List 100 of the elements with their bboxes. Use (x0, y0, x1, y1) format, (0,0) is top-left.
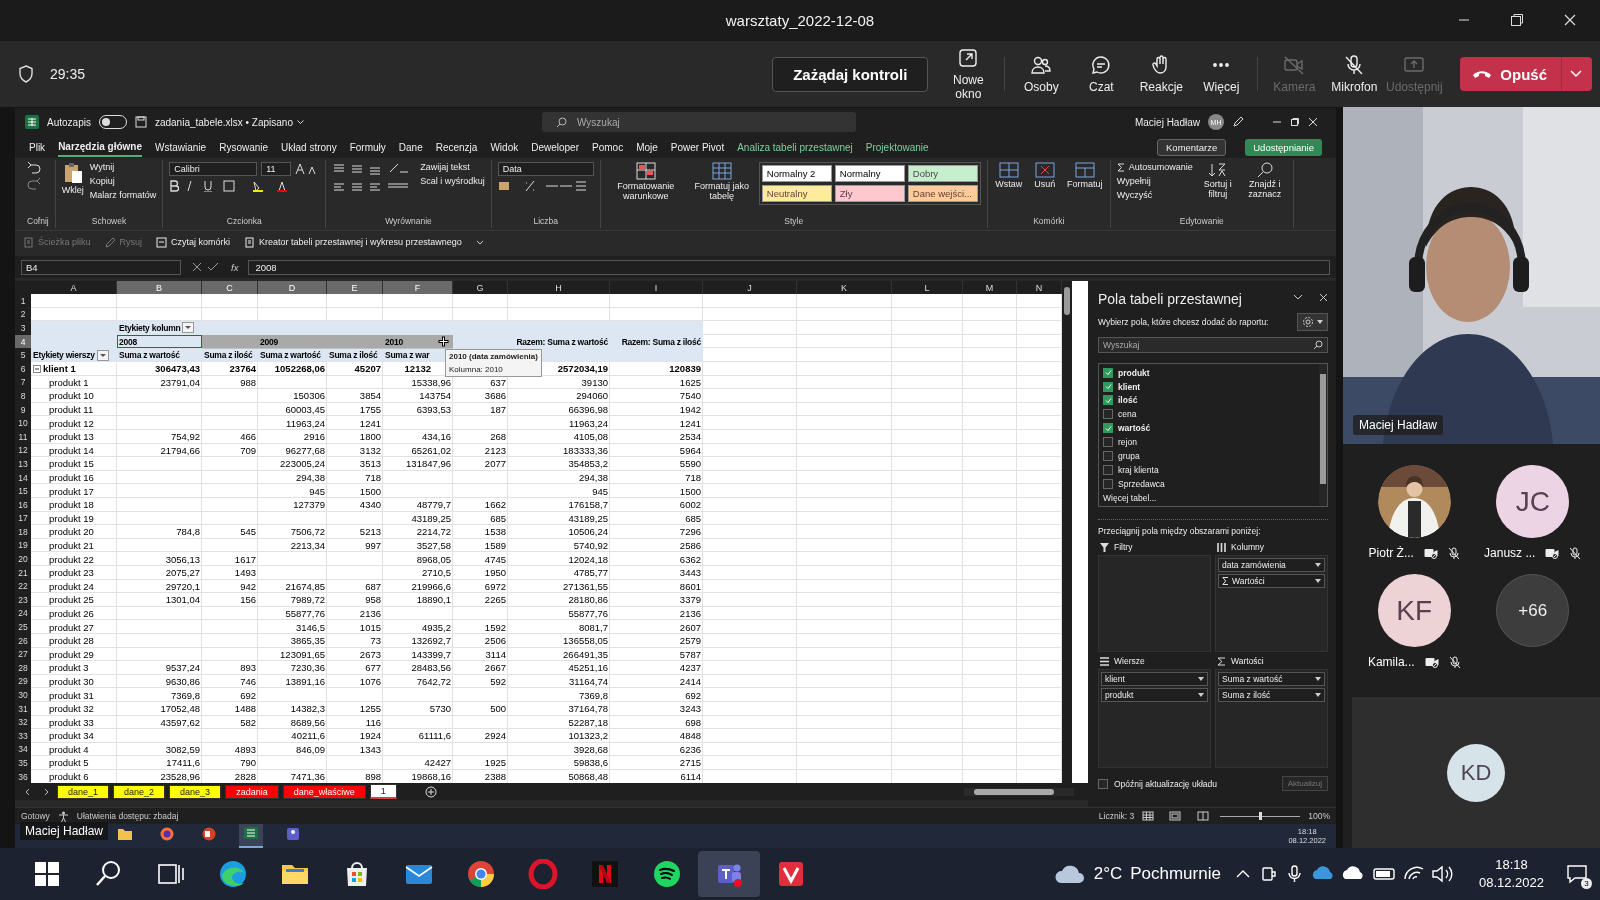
cell-style-option[interactable]: Dane wejści... (907, 185, 978, 202)
row-header[interactable]: 30 (15, 688, 31, 702)
checkbox[interactable] (1103, 395, 1113, 406)
share-button[interactable]: Udostępnianie (1245, 138, 1322, 156)
row-header[interactable]: 18 (15, 525, 31, 539)
more-participants-button[interactable]: +66 (1496, 574, 1570, 647)
row-header[interactable]: 8 (15, 389, 31, 403)
ribbon-tab[interactable]: Plik (29, 138, 46, 156)
restore-icon[interactable] (1290, 117, 1300, 127)
scrollbar-thumb[interactable] (1320, 374, 1326, 484)
undo-icon[interactable] (27, 162, 41, 174)
leave-button[interactable]: Opuść (1460, 57, 1592, 91)
column-header[interactable]: D (258, 281, 327, 294)
toolbar-button[interactable]: Osoby (1013, 54, 1070, 94)
scrollbar-thumb[interactable] (974, 788, 1054, 795)
file-name[interactable]: zadania_tabele.xlsx • Zapisano (154, 116, 293, 128)
avatar[interactable]: KF (1377, 574, 1451, 647)
temperature[interactable]: 2°C (1093, 864, 1123, 884)
row-header[interactable]: 33 (15, 729, 31, 743)
ribbon-tab[interactable]: Recenzja (435, 138, 478, 156)
column-header[interactable]: I (610, 281, 703, 294)
zoom-level[interactable]: 100% (1308, 811, 1330, 821)
save-icon[interactable] (134, 116, 147, 128)
column-header[interactable]: H (508, 281, 610, 294)
checkbox[interactable] (1103, 367, 1113, 378)
vertical-scrollbar[interactable] (1062, 281, 1072, 784)
wrap-text-button[interactable]: Zawijaj tekst (420, 162, 485, 172)
sheet-tab[interactable]: zadania (225, 784, 279, 799)
column-header[interactable]: B (117, 281, 202, 294)
toolbar-button[interactable]: Nowe okno (940, 47, 997, 101)
cell-style-option[interactable]: Zły (834, 185, 905, 202)
ribbon-tab[interactable]: Rysowanie (219, 138, 269, 156)
column-header[interactable]: F (383, 281, 453, 294)
field-dropdown[interactable]: Suma z wartość (1218, 672, 1325, 686)
ribbon-tab[interactable]: Dane (398, 138, 423, 156)
sheet-tab[interactable]: dane_2 (113, 784, 166, 799)
ribbon-tab[interactable]: Układ strony (281, 138, 337, 156)
ribbon-tab[interactable]: Moje (636, 138, 658, 156)
formula-field[interactable]: 2008 (248, 259, 1330, 275)
settings-button[interactable] (1297, 313, 1328, 331)
field-label[interactable]: grupa (1118, 451, 1140, 462)
sigma-icon[interactable] (1116, 162, 1125, 172)
redo-icon[interactable] (27, 178, 41, 190)
drop-area[interactable]: data zamówienia Wartości (1215, 555, 1328, 652)
clear-button[interactable]: Wyczyść (1116, 190, 1193, 200)
search-field[interactable]: Wyszukaj (1098, 337, 1328, 353)
field-label[interactable]: cena (1118, 409, 1137, 420)
checkbox[interactable] (1103, 381, 1113, 392)
format-painter-button[interactable]: Malarz formatów (89, 190, 157, 200)
field-label[interactable]: produkt (1118, 367, 1150, 378)
field-dropdown[interactable]: produkt (1101, 688, 1208, 702)
ribbon-tab[interactable]: Power Pivot (670, 138, 725, 156)
clock-date[interactable]: 08.12.2022 (1478, 874, 1544, 892)
close-icon[interactable] (1564, 14, 1576, 26)
row-header[interactable]: 27 (15, 647, 31, 662)
copy-button[interactable]: Kopiuj (89, 176, 157, 186)
row-header[interactable]: 35 (15, 756, 31, 770)
column-header[interactable]: J (703, 281, 797, 294)
row-header[interactable]: 3 (15, 321, 31, 335)
collapse-icon[interactable] (33, 364, 41, 373)
row-header[interactable]: 1 (15, 294, 31, 308)
row-header[interactable]: 15 (15, 484, 31, 498)
avatar[interactable]: JC (1496, 465, 1570, 538)
request-control-button[interactable]: Zażądaj kontroli (772, 56, 929, 92)
column-header[interactable]: L (892, 281, 963, 294)
pen-icon[interactable] (1232, 116, 1244, 128)
search-field[interactable]: Wyszukaj (541, 112, 856, 132)
ribbon-tab[interactable]: Wstawianie (155, 138, 207, 156)
filter-dropdown-icon[interactable] (96, 349, 109, 361)
ribbon-tab[interactable]: Projektowanie (865, 138, 929, 156)
row-header[interactable]: 25 (15, 620, 31, 634)
customize-icon[interactable] (475, 238, 484, 246)
number-format-icons[interactable] (497, 180, 588, 192)
toolbar-button[interactable]: Reakcje (1133, 54, 1190, 94)
format-cells-button[interactable]: Formatuj (1065, 162, 1104, 190)
row-header[interactable]: 23 (15, 593, 31, 607)
delete-cells-button[interactable]: Usuń (1029, 162, 1060, 190)
quick-access-button[interactable]: Czytaj komórki (156, 236, 231, 248)
checkbox[interactable] (1103, 437, 1113, 448)
field-label[interactable]: kraj klienta (1118, 464, 1159, 475)
field-label[interactable]: klient (1118, 381, 1141, 392)
row-header[interactable]: 5 (15, 348, 31, 362)
field-label[interactable]: Sprzedawca (1118, 478, 1165, 489)
function-label[interactable]: fx (231, 261, 239, 273)
drop-area[interactable]: Suma z wartość Suma z ilość (1215, 669, 1328, 768)
chevron-down-icon[interactable] (1293, 294, 1303, 300)
chevron-down-icon[interactable] (296, 119, 304, 125)
scrollbar-thumb[interactable] (1064, 287, 1070, 315)
field-label[interactable]: rejon (1118, 437, 1137, 448)
ribbon-tab[interactable]: Narzędzia główne (58, 137, 143, 157)
add-sheet-icon[interactable] (424, 785, 437, 798)
column-header[interactable]: E (327, 281, 383, 294)
accessibility-status[interactable]: Ułatwienia dostępu: zbadaj (76, 811, 179, 821)
accessibility-icon[interactable] (57, 810, 69, 822)
quick-access-button[interactable]: Kreator tabeli przestawnej i wykresu przestawnego (244, 236, 462, 248)
checkbox[interactable] (1103, 451, 1113, 462)
weather-label[interactable]: Pochmurnie (1130, 864, 1221, 884)
toolbar-button[interactable]: Mikrofon (1326, 54, 1383, 94)
ribbon-tab[interactable]: Formuły (349, 138, 386, 156)
restore-icon[interactable] (1510, 13, 1524, 27)
